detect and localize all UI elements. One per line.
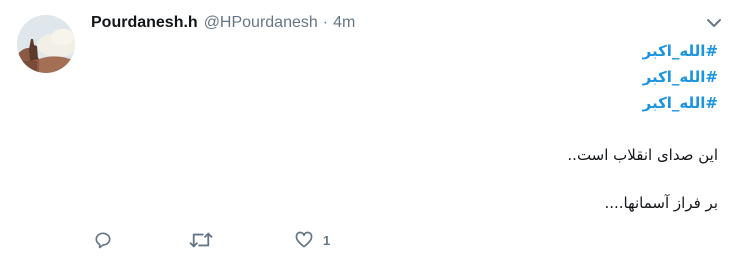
separator-dot: · bbox=[322, 14, 329, 31]
timestamp[interactable]: 4m bbox=[333, 14, 355, 32]
display-name[interactable]: Pourdanesh.h bbox=[91, 14, 198, 32]
reply-button[interactable] bbox=[93, 228, 113, 252]
like-button[interactable]: 1 bbox=[294, 228, 330, 252]
avatar[interactable] bbox=[17, 15, 75, 73]
tweet-header: Pourdanesh.h @HPourdanesh · 4m bbox=[91, 14, 355, 36]
tweet-text-line: این صدای انقلاب است.. bbox=[567, 146, 718, 164]
like-count: 1 bbox=[323, 232, 331, 248]
hashtag-link[interactable]: #الله_اکبر bbox=[78, 64, 718, 90]
avatar-image bbox=[17, 15, 75, 73]
tweet-text-line: بر فراز آسمانها.... bbox=[604, 194, 718, 212]
tweet-card[interactable]: Pourdanesh.h @HPourdanesh · 4m #الله_اکب… bbox=[0, 0, 741, 261]
chevron-down-icon[interactable] bbox=[704, 16, 724, 30]
user-handle[interactable]: @HPourdanesh bbox=[204, 14, 318, 32]
reply-icon bbox=[93, 230, 113, 250]
heart-icon bbox=[294, 230, 314, 250]
hashtag-link[interactable]: #الله_اکبر bbox=[78, 38, 718, 64]
retweet-button[interactable] bbox=[189, 228, 213, 252]
retweet-icon bbox=[189, 230, 213, 250]
tweet-text: #الله_اکبر #الله_اکبر #الله_اکبر این صدا… bbox=[78, 38, 718, 214]
hashtag-link[interactable]: #الله_اکبر bbox=[78, 90, 718, 116]
